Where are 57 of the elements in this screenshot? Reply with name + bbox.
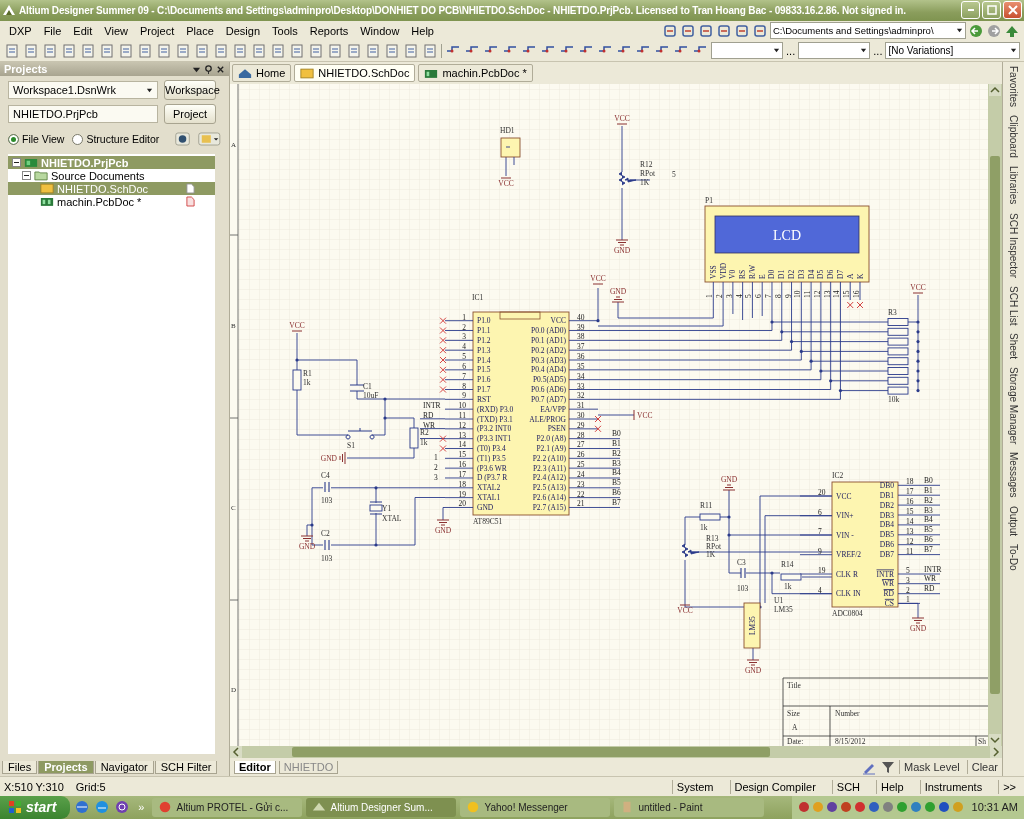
side-panel-tab[interactable]: Favorites — [1008, 66, 1019, 108]
start-button[interactable]: start — [0, 796, 71, 819]
menu-item[interactable]: Edit — [68, 23, 98, 38]
side-panel-tab[interactable]: SCH Inspector — [1008, 212, 1019, 278]
menu-item[interactable]: Window — [355, 23, 405, 38]
project-field[interactable]: NHIETDO.PrjPcb — [8, 105, 158, 124]
view-radio[interactable]: File View — [8, 133, 65, 146]
side-panel-tab[interactable]: Output — [1008, 506, 1019, 537]
side-panel-tab[interactable]: Storage Manager — [1008, 367, 1019, 445]
taskbar-button[interactable]: Yahoo! Messenger — [460, 798, 611, 817]
taskbar-button[interactable]: Altium PROTEL - Gửi c... — [152, 798, 303, 817]
mask-level-button[interactable]: Mask Level — [899, 760, 964, 775]
panel-tab[interactable]: Files — [2, 761, 38, 775]
status-panel-button[interactable]: System — [671, 779, 718, 794]
lcd-label: LCD — [773, 228, 801, 244]
menu-item[interactable]: File — [38, 23, 67, 38]
project-button[interactable]: Project — [164, 104, 216, 125]
side-panel-tab[interactable]: Clipboard — [1008, 115, 1019, 159]
cursor-coordinates: X:510 Y:310 — [4, 780, 64, 793]
menu-item[interactable]: View — [99, 23, 133, 38]
status-panel-button[interactable]: Design Compiler — [729, 779, 820, 794]
status-panel-button[interactable]: Instruments — [919, 779, 987, 794]
side-panel-tab[interactable]: Sheet — [1008, 333, 1019, 360]
menu-item[interactable]: Project — [135, 23, 180, 38]
menu-item[interactable]: Help — [406, 23, 439, 38]
status-panel-button[interactable]: SCH — [831, 779, 865, 794]
document-tab[interactable]: machin.PcbDoc * — [418, 64, 533, 83]
document-tab[interactable]: Home — [232, 64, 292, 83]
view-radio[interactable]: Structure Editor — [72, 133, 160, 146]
side-panel-tab[interactable]: SCH List — [1008, 285, 1019, 325]
panel-tab[interactable]: Navigator — [94, 761, 154, 775]
document-tab[interactable]: NHIETDO.SchDoc — [294, 64, 416, 83]
window-title: Altium Designer Summer 09 - C:\Documents and Settings\adminpro\Desktop\DONHIET DO PCB\NHIETDO.SchDoc - NHIETDO.PrjPcb. Licensed to Tran Hoang Bac - 09833.16.2.86. Not signed in. — [19, 4, 907, 16]
variations-combo[interactable]: [No Variations] — [885, 42, 1020, 60]
side-panel-tab[interactable]: Libraries — [1008, 166, 1019, 205]
tree-item[interactable]: Source Documents — [8, 169, 215, 183]
taskbar-button[interactable]: Altium Designer Sum... — [306, 798, 457, 817]
panel-tab[interactable]: SCH Filter — [154, 761, 218, 775]
clock: 10:31 AM — [971, 801, 1018, 814]
workspace-combo[interactable]: Workspace1.DsnWrk — [8, 81, 158, 100]
side-panel-tab[interactable]: To-Do — [1008, 544, 1019, 571]
taskbar-button[interactable]: untitled - Paint — [614, 798, 765, 817]
status-panel-button[interactable]: >> — [998, 779, 1020, 794]
menu-item[interactable]: Reports — [304, 23, 354, 38]
path-combo[interactable]: C:\Documents and Settings\adminpro\ — [770, 22, 966, 40]
menu-item[interactable]: Tools — [267, 23, 303, 38]
menu-item[interactable]: Design — [220, 23, 265, 38]
menu-item[interactable]: DXP — [4, 23, 37, 38]
tree-item[interactable]: machin.PcbDoc * — [8, 195, 215, 209]
dots-label: ... — [873, 44, 883, 57]
dots-label: ... — [786, 44, 796, 57]
menu-item[interactable]: Place — [181, 23, 219, 38]
side-panel-tab[interactable]: Messages — [1008, 452, 1019, 498]
status-panel-button[interactable]: Help — [876, 779, 908, 794]
grid-size: Grid:5 — [75, 780, 106, 793]
panel-title: Projects — [4, 63, 48, 76]
editor-tab[interactable]: Editor — [234, 760, 276, 774]
